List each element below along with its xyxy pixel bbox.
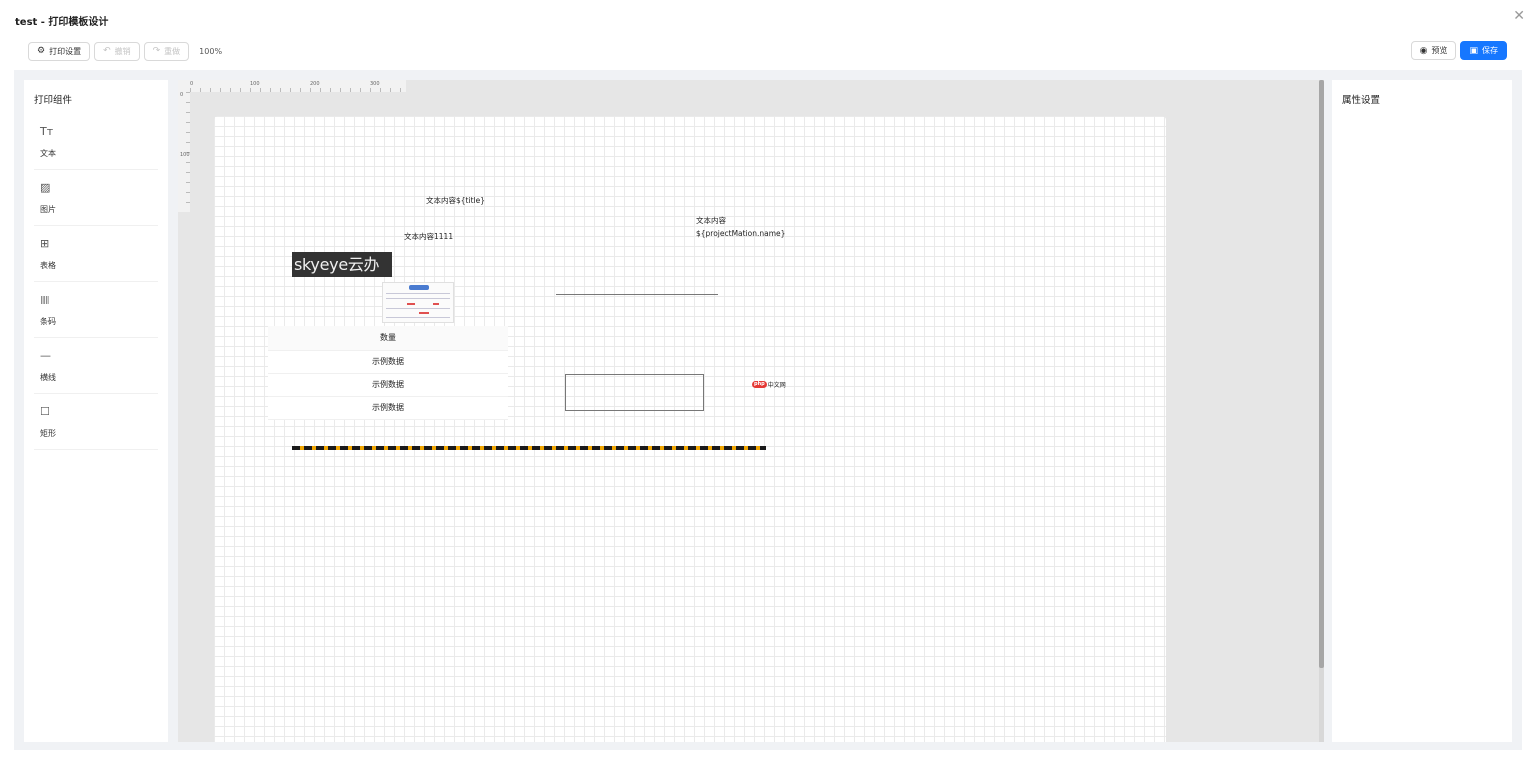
print-settings-button[interactable]: ⚙ 打印设置 <box>28 41 91 61</box>
print-paper[interactable]: 文本内容${title} 文本内容1111 文本内容 ${projectMati… <box>214 116 1166 742</box>
ruler-label: 200 <box>310 81 320 87</box>
canvas-text-project-label[interactable]: 文本内容 <box>696 214 726 227</box>
canvas-rectangle[interactable] <box>565 374 704 411</box>
table-header-quantity: 数量 <box>268 326 508 351</box>
thumbnail-mark <box>433 303 439 305</box>
php-badge: php <box>752 380 767 388</box>
component-panel: 打印组件 Tт 文本 ▨ 图片 ⊞ 表格 ||||| 条码 — 横线 ☐ 矩形 <box>24 80 168 742</box>
component-line[interactable]: — 横线 <box>34 342 158 394</box>
ruler-label: 100 <box>250 81 260 87</box>
canvas-dashed-line[interactable] <box>292 446 766 450</box>
thumbnail-row <box>386 298 450 299</box>
right-toolbar: ◉ 预览 ▣ 保存 <box>1410 41 1507 60</box>
ruler-label: 300 <box>370 81 380 87</box>
modal-title: test - 打印模板设计 <box>15 17 109 28</box>
ruler-label: 100 <box>180 152 190 158</box>
property-panel-title: 属性设置 <box>1342 95 1381 106</box>
table-cell: 示例数据 <box>268 373 508 397</box>
skyeye-logo-image[interactable]: skyeye云办公 <box>292 252 392 277</box>
component-label: 图片 <box>40 205 56 214</box>
thumbnail-banner <box>409 285 429 290</box>
component-label: 条码 <box>40 317 56 326</box>
redo-icon: ↷ <box>152 46 161 56</box>
thumbnail-mark <box>407 303 415 305</box>
print-template-modal: test - 打印模板设计 ✕ ⚙ 打印设置 ↶ 撤销 ↷ 重做 100% ◉ … <box>0 0 1536 768</box>
table-row: 示例数据 <box>268 350 508 374</box>
canvas-text-title[interactable]: 文本内容${title} <box>426 194 485 207</box>
thumbnail-row <box>386 317 450 318</box>
image-icon: ▨ <box>40 181 51 194</box>
gear-icon: ⚙ <box>37 46 46 56</box>
redo-label: 重做 <box>164 46 181 56</box>
print-settings-label: 打印设置 <box>49 46 82 56</box>
undo-button[interactable]: ↶ 撤销 <box>94 41 140 61</box>
component-rectangle[interactable]: ☐ 矩形 <box>34 398 158 450</box>
table-icon: ⊞ <box>40 237 50 250</box>
ruler-label: 0 <box>190 81 194 87</box>
zoom-level: 100% <box>199 46 223 56</box>
table-cell: 示例数据 <box>268 396 508 420</box>
eye-icon: ◉ <box>1419 45 1428 56</box>
php-logo-text: 中文网 <box>767 381 786 389</box>
php-logo-image[interactable]: php 中文网 <box>752 379 786 389</box>
toolbar: ⚙ 打印设置 ↶ 撤销 ↷ 重做 100% <box>28 41 222 61</box>
component-image[interactable]: ▨ 图片 <box>34 174 158 226</box>
canvas-text-project-name[interactable]: ${projectMation.name} <box>696 227 785 240</box>
undo-label: 撤销 <box>114 46 131 56</box>
component-barcode[interactable]: ||||| 条码 <box>34 286 158 338</box>
component-panel-title: 打印组件 <box>34 95 73 106</box>
vertical-ruler: 0 100 <box>178 92 190 212</box>
component-label: 横线 <box>40 373 56 382</box>
component-text[interactable]: Tт 文本 <box>34 118 158 170</box>
save-icon: ▣ <box>1469 45 1478 56</box>
canvas-horizontal-line[interactable] <box>556 294 718 295</box>
preview-label: 预览 <box>1431 46 1448 55</box>
table-cell: 示例数据 <box>268 350 508 374</box>
vertical-scrollbar[interactable] <box>1319 80 1324 742</box>
save-button[interactable]: ▣ 保存 <box>1460 41 1507 60</box>
rectangle-icon: ☐ <box>40 405 50 418</box>
barcode-icon: ||||| <box>40 295 50 304</box>
designer-workspace: 打印组件 Tт 文本 ▨ 图片 ⊞ 表格 ||||| 条码 — 横线 ☐ 矩形 … <box>14 70 1522 750</box>
scrollbar-thumb[interactable] <box>1319 80 1324 668</box>
design-canvas-area[interactable]: 0 100 200 300 0 100 文本内容${title} 文本内容111… <box>178 80 1324 742</box>
component-label: 表格 <box>40 261 56 270</box>
poster-thumbnail-image[interactable] <box>382 282 454 323</box>
table-row: 示例数据 <box>268 373 508 397</box>
preview-button[interactable]: ◉ 预览 <box>1410 41 1457 60</box>
undo-icon: ↶ <box>103 46 111 56</box>
property-panel: 属性设置 <box>1332 80 1512 742</box>
close-icon[interactable]: ✕ <box>1513 9 1525 23</box>
ruler-corner <box>178 80 190 92</box>
thumbnail-row <box>386 308 450 309</box>
horizontal-ruler: 0 100 200 300 <box>190 80 406 92</box>
text-icon: Tт <box>40 125 54 138</box>
thumbnail-mark <box>419 312 429 314</box>
canvas-table[interactable]: 数量 示例数据 示例数据 示例数据 <box>268 326 508 420</box>
ruler-label: 0 <box>180 92 184 98</box>
component-label: 矩形 <box>40 429 56 438</box>
component-label: 文本 <box>40 149 56 158</box>
line-icon: — <box>40 349 51 362</box>
redo-button[interactable]: ↷ 重做 <box>143 41 190 61</box>
table-row: 示例数据 <box>268 396 508 420</box>
thumbnail-row <box>386 293 450 294</box>
save-label: 保存 <box>1482 46 1498 55</box>
canvas-text-1111[interactable]: 文本内容1111 <box>404 230 453 243</box>
component-table[interactable]: ⊞ 表格 <box>34 230 158 282</box>
